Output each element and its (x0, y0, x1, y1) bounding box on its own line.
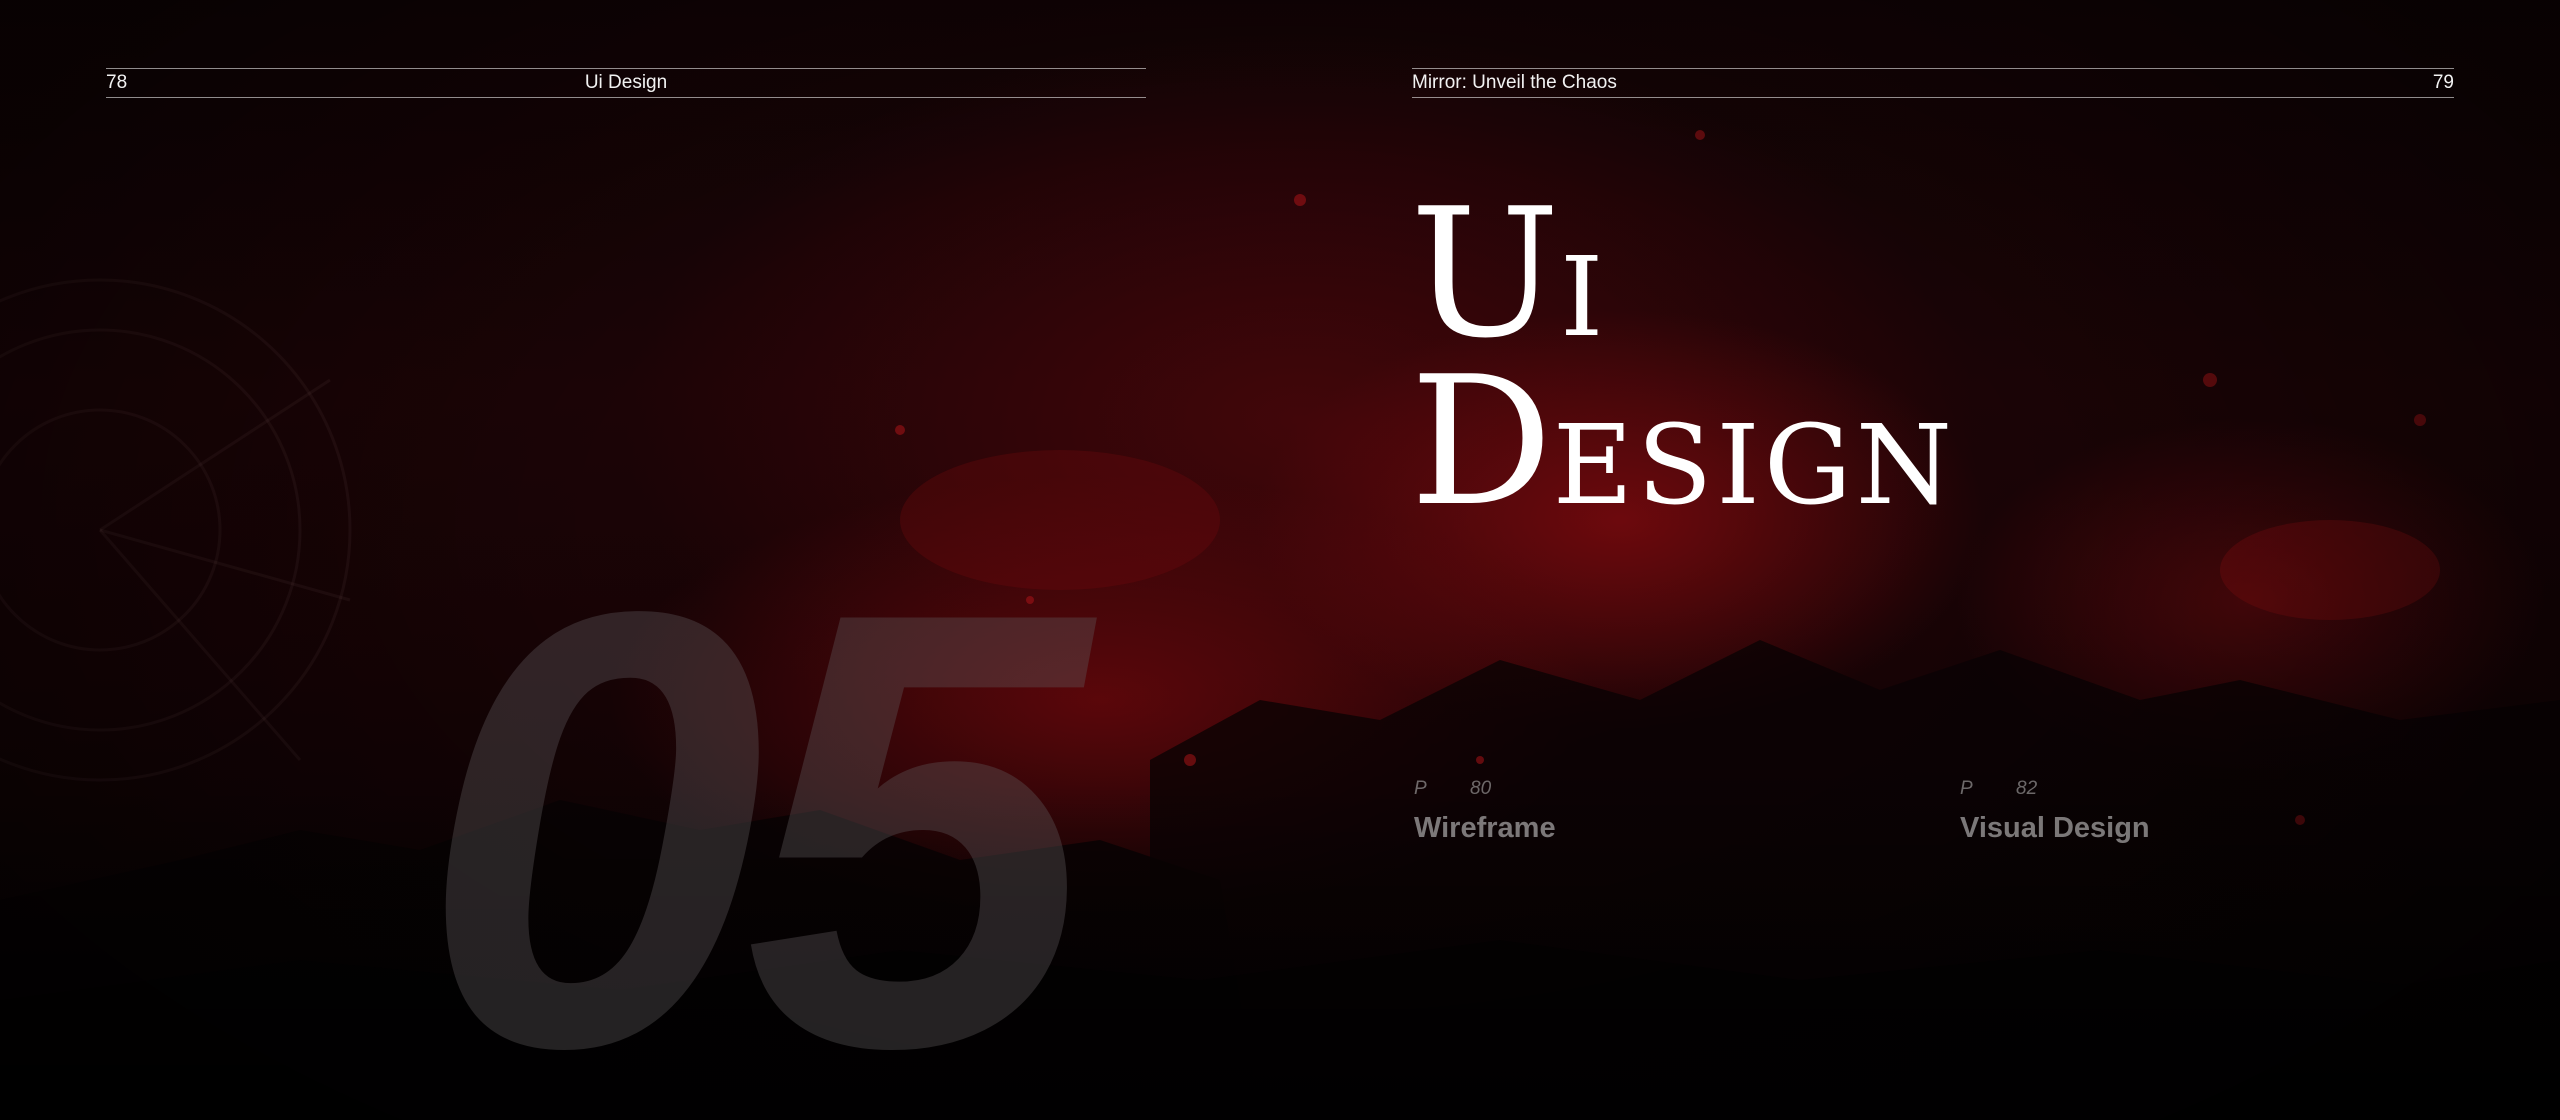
running-title-right: Mirror: Unveil the Chaos (1412, 72, 1617, 93)
chapter-title-line-1: UI (1410, 170, 1608, 377)
section-link-visual-design[interactable]: P 82 Visual Design (1960, 778, 2150, 845)
section-page-number: 82 (2016, 778, 2038, 799)
running-title-left: Ui Design (584, 72, 668, 93)
chapter-number: 05 (420, 484, 1090, 1120)
section-page-number: 80 (1470, 778, 1492, 799)
lava-glow-right (2220, 520, 2440, 620)
running-header-left: 78 Ui Design (106, 68, 1146, 98)
section-page-prefix: P (1960, 778, 1973, 799)
background-artwork (0, 130, 2560, 1120)
book-spread: 78 Ui Design Mirror: Unveil the Chaos 79… (0, 0, 2560, 1120)
section-name: Visual Design (1960, 812, 2150, 844)
running-header-right: Mirror: Unveil the Chaos 79 (1412, 68, 2454, 98)
hud-circle-decoration (0, 278, 352, 782)
page-number-right: 79 (2432, 72, 2454, 93)
section-page-prefix: P (1414, 778, 1427, 799)
section-link-wireframe[interactable]: P 80 Wireframe (1414, 778, 1556, 845)
section-name: Wireframe (1414, 812, 1556, 844)
chapter-title: UI DESIGN (1410, 185, 1956, 531)
chapter-title-line-2: DESIGN (1410, 338, 1956, 545)
